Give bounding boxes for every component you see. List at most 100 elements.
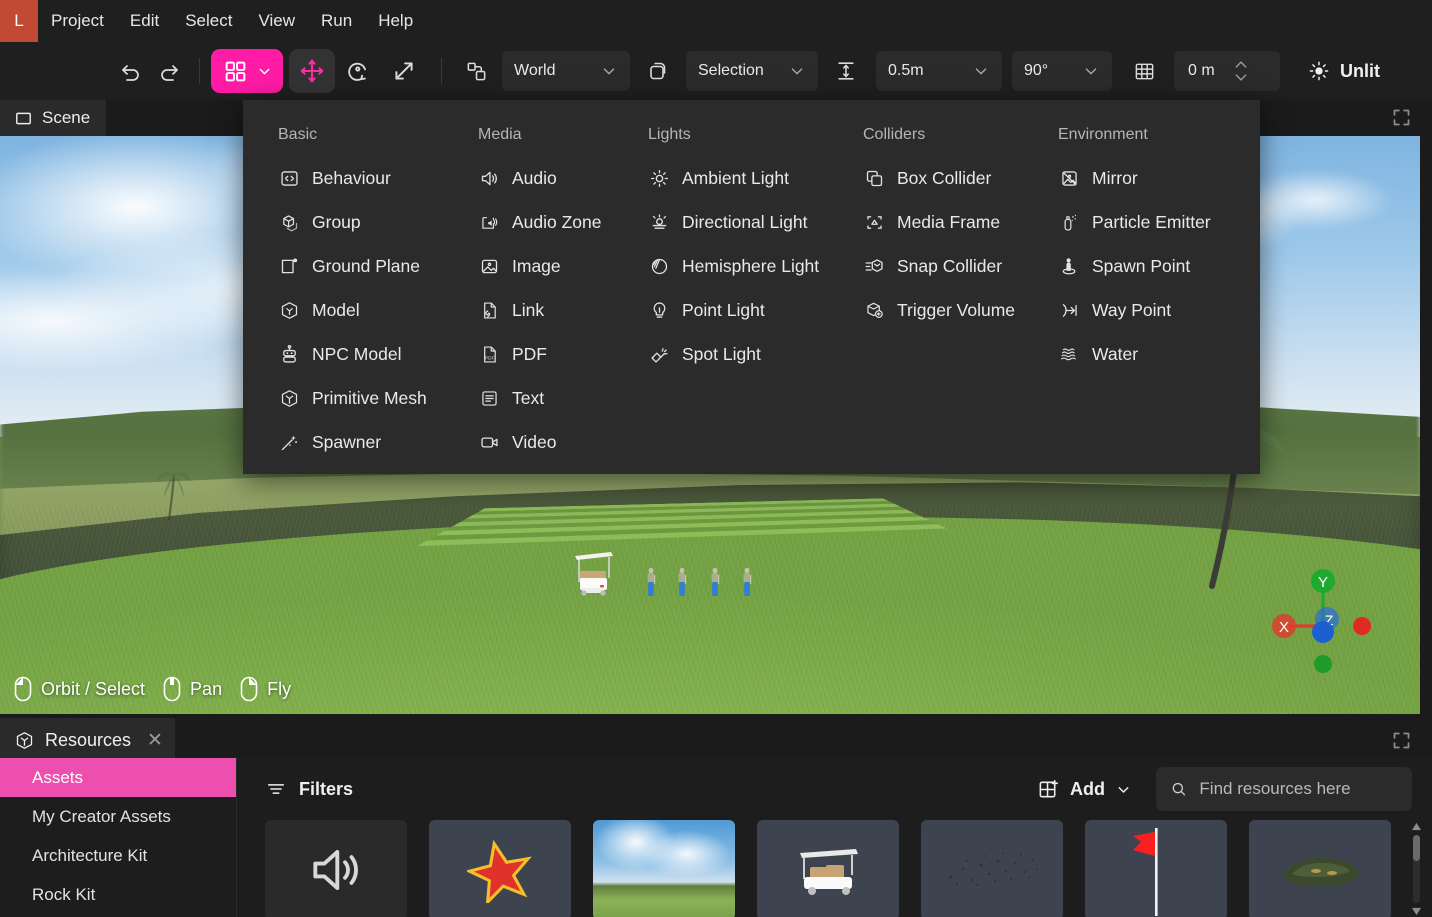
golf-cart-object[interactable] [571,548,613,596]
viewport-expand-button[interactable] [1391,107,1412,128]
add-menu-item-link[interactable]: Link [469,288,613,332]
add-menu-item-ambient-light[interactable]: Ambient Light [639,156,828,200]
snap-to-ground-icon [838,62,854,80]
tab-scene[interactable]: Scene [0,100,107,136]
resource-card-rock[interactable] [1249,820,1391,917]
app-logo-badge[interactable]: L [0,0,38,42]
tab-resources[interactable]: Resources ✕ [0,718,175,762]
rotate-tool-button[interactable] [335,49,381,93]
golfer-figure[interactable] [645,567,655,597]
close-icon[interactable]: ✕ [147,729,163,752]
add-menu-item-video[interactable]: Video [469,420,613,464]
add-menu-item-audio-zone[interactable]: Audio Zone [469,200,613,244]
star-icon [467,839,532,903]
selection-scope-dropdown[interactable]: Selection [686,51,818,91]
triangle-up-icon[interactable] [1411,822,1422,831]
undo-button[interactable] [112,52,150,90]
add-menu-item-directional-light[interactable]: Directional Light [639,200,828,244]
tab-resources-label: Resources [45,729,132,750]
lighting-mode-button[interactable]: Unlit [1302,60,1386,82]
add-menu-item-group[interactable]: Group [269,200,443,244]
axis-gizmo[interactable]: Y X Z [1268,564,1378,674]
add-menu-item-particle-emitter[interactable]: Particle Emitter [1049,200,1243,244]
resource-card-skybox[interactable] [593,820,735,917]
resource-card-audio[interactable] [265,820,407,917]
add-menu-item-way-point[interactable]: Way Point [1049,288,1243,332]
menu-run[interactable]: Run [308,0,365,42]
add-object-button[interactable] [211,49,283,93]
menu-view[interactable]: View [245,0,308,42]
add-menu-item-behaviour[interactable]: Behaviour [269,156,443,200]
filters-button[interactable]: Filters [265,778,353,800]
add-menu-item-spot-light[interactable]: Spot Light [639,332,828,376]
add-menu-item-mirror[interactable]: Mirror [1049,156,1243,200]
add-menu-item-pdf[interactable]: PDF PDF [469,332,613,376]
npc-robot-icon [278,343,300,365]
add-menu-item-spawner[interactable]: Spawner [269,420,443,464]
chevron-up-icon[interactable] [1233,59,1249,70]
menu-project[interactable]: Project [38,0,117,42]
triangle-down-icon[interactable] [1411,907,1422,916]
menu-help[interactable]: Help [365,0,426,42]
sidebar-item-my-creator-assets[interactable]: My Creator Assets [0,797,236,836]
resource-card-star[interactable] [429,820,571,917]
resource-card-particles[interactable] [921,820,1063,917]
sidebar-item-rock-kit[interactable]: Rock Kit [0,875,236,914]
add-menu-item-ground-plane[interactable]: Ground Plane [269,244,443,288]
menu-select[interactable]: Select [172,0,245,42]
add-menu-item-audio[interactable]: Audio [469,156,613,200]
redo-button[interactable] [150,52,188,90]
golfer-figure[interactable] [676,567,687,597]
gizmo-origin-handle[interactable] [1312,621,1334,643]
add-menu-item-npc-model[interactable]: NPC Model [269,332,443,376]
coordinate-space-dropdown[interactable]: World [502,51,630,91]
angle-snap-dropdown[interactable]: 90° [1012,51,1112,91]
add-menu-item-hemisphere-light[interactable]: Hemisphere Light [639,244,828,288]
add-menu-item-image[interactable]: Image [469,244,613,288]
add-menu-item-spawn-point[interactable]: Spawn Point [1049,244,1243,288]
add-menu-item-snap-collider[interactable]: Snap Collider [854,244,1023,288]
scale-arrow-icon [395,62,413,80]
lighting-mode-label: Unlit [1340,60,1380,81]
add-object-menu[interactable]: Basic Behaviour Group Ground Plane Model… [243,100,1260,474]
add-menu-item-point-light[interactable]: Point Light [639,288,828,332]
sidebar-item-architecture-kit[interactable]: Architecture Kit [0,836,236,875]
chevron-down-icon[interactable] [1233,72,1249,83]
add-resource-button[interactable]: Add [1037,778,1132,801]
scale-tool-button[interactable] [381,49,427,93]
golfer-figure[interactable] [709,567,719,597]
primitive-cube-icon [278,387,300,409]
add-menu-item-media-frame[interactable]: Media Frame [854,200,1023,244]
pivot-mode-button[interactable] [456,51,496,91]
sidebar-item-label: Rock Kit [32,884,96,904]
scrollbar-thumb[interactable] [1412,835,1420,861]
resources-scrollbar[interactable] [1408,822,1424,916]
add-menu-item-model[interactable]: Model [269,288,443,332]
duplicate-button[interactable] [638,51,678,91]
gizmo-y-negative-handle[interactable] [1314,655,1332,673]
grid-toggle-button[interactable] [1124,51,1164,91]
add-menu-item-water[interactable]: Water [1049,332,1243,376]
sidebar-item-label: Architecture Kit [32,845,148,865]
menu-edit[interactable]: Edit [117,0,172,42]
snap-to-ground-button[interactable] [826,51,866,91]
sidebar-item-assets[interactable]: Assets [0,758,236,797]
move-tool-button[interactable] [289,49,335,93]
add-menu-section-title-basic: Basic [278,126,318,143]
search-resources-box[interactable] [1156,767,1412,811]
golfer-figure[interactable] [741,567,752,597]
resource-card-golf-cart[interactable] [757,820,899,917]
scrollbar-track[interactable] [1412,835,1420,903]
speaker-icon [313,849,358,891]
height-stepper[interactable]: 0 m [1174,51,1280,91]
resource-card-flag[interactable] [1085,820,1227,917]
add-menu-item-primitive-mesh[interactable]: Primitive Mesh [269,376,443,420]
stepper-arrows[interactable] [1233,59,1249,83]
add-menu-item-trigger-volume[interactable]: Trigger Volume [854,288,1023,332]
add-menu-item-box-collider[interactable]: Box Collider [854,156,1023,200]
grid-size-dropdown[interactable]: 0.5m [876,51,1002,91]
resources-expand-button[interactable] [1391,730,1412,751]
add-menu-item-text[interactable]: Text [469,376,613,420]
gizmo-x-negative-handle[interactable] [1353,617,1371,635]
search-input[interactable] [1199,779,1398,799]
